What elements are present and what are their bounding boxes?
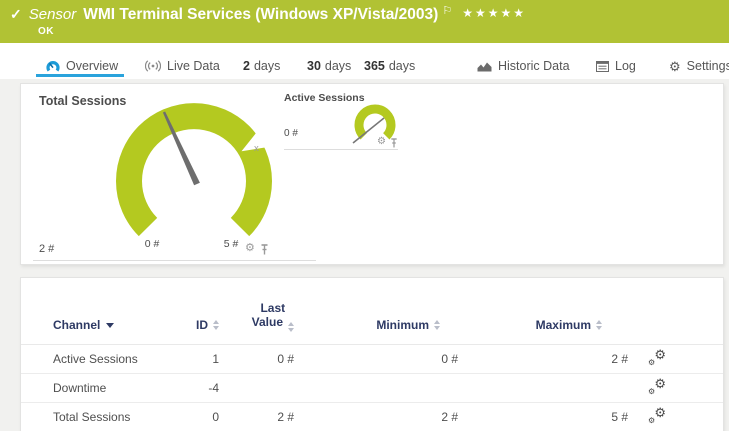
- gauge-divider: [284, 149, 398, 150]
- gauge-pin-icon[interactable]: [390, 138, 398, 148]
- cell-channel: Active Sessions: [53, 352, 187, 366]
- tab-365-days[interactable]: 365 days: [364, 57, 415, 75]
- tab-2-days[interactable]: 2 days: [243, 57, 280, 75]
- table-header-row: Channel ID Last Value Minimum Maximum: [21, 278, 723, 345]
- tab-settings[interactable]: ⚙ Settings: [669, 57, 729, 75]
- tab-overview-label: Overview: [66, 59, 118, 73]
- priority-stars[interactable]: ★★★★★: [462, 6, 526, 20]
- column-header-minimum[interactable]: Minimum: [294, 318, 458, 332]
- sensor-title: WMI Terminal Services (Windows XP/Vista/…: [83, 6, 438, 24]
- gear-icon: ⚙: [669, 60, 681, 73]
- tab-log-label: Log: [615, 59, 636, 73]
- tab-365-days-number: 365: [364, 59, 385, 73]
- cell-channel: Total Sessions: [53, 410, 187, 424]
- cell-channel: Downtime: [53, 381, 187, 395]
- tab-settings-label: Settings: [687, 59, 729, 73]
- sensor-overview-page: ✓ Sensor WMI Terminal Services (Windows …: [0, 0, 729, 431]
- cell-id: 1: [187, 352, 219, 366]
- tab-historic-data[interactable]: Historic Data: [477, 57, 570, 75]
- tab-2-days-label: days: [254, 59, 280, 73]
- cell-last-value: 0 #: [219, 352, 294, 366]
- tab-log[interactable]: Log: [596, 57, 636, 75]
- gauge-settings-gear-icon[interactable]: ⚙: [377, 137, 386, 147]
- status-check-icon: ✓: [10, 6, 22, 23]
- table-row-downtime[interactable]: Downtime -4 ⚙⚙: [21, 374, 723, 403]
- cell-id: -4: [187, 381, 219, 395]
- edit-channel-gears-icon[interactable]: ⚙⚙: [648, 408, 666, 424]
- tab-30-days-number: 30: [307, 59, 321, 73]
- active-sessions-current-value: 0 #: [284, 128, 298, 139]
- column-header-id[interactable]: ID: [187, 318, 219, 332]
- sensor-kind-label: Sensor: [29, 6, 77, 23]
- edit-channel-gears-icon[interactable]: ⚙⚙: [648, 350, 666, 366]
- gauges-panel: Total Sessions x 0 # 5 # 2 # ⚙ Active Se…: [20, 83, 724, 265]
- area-chart-icon: [477, 61, 492, 72]
- column-header-channel[interactable]: Channel: [53, 318, 187, 332]
- cell-last-value: 2 #: [219, 410, 294, 424]
- cell-maximum: 5 #: [458, 410, 628, 424]
- total-sessions-current-value: 2 #: [39, 243, 54, 255]
- tab-30-days[interactable]: 30 days: [307, 57, 351, 75]
- total-sessions-gauge: [106, 94, 316, 246]
- column-header-last-value[interactable]: Last Value: [219, 302, 294, 332]
- cell-maximum: 2 #: [458, 352, 628, 366]
- sort-icon: [434, 320, 440, 330]
- tab-30-days-label: days: [325, 59, 351, 73]
- gauge-pin-icon[interactable]: [260, 244, 269, 255]
- priority-flag-icon[interactable]: ⚐: [442, 4, 452, 17]
- edit-channel-gears-icon[interactable]: ⚙⚙: [648, 379, 666, 395]
- gauge-divider: [33, 260, 316, 261]
- tab-365-days-label: days: [389, 59, 415, 73]
- tab-bar: Overview Live Data 2 days 30 days: [0, 43, 729, 79]
- gauge-marker-x: x: [254, 143, 259, 154]
- table-row-active-sessions[interactable]: Active Sessions 1 0 # 0 # 2 # ⚙⚙: [21, 345, 723, 374]
- log-list-icon: [596, 61, 609, 72]
- cell-minimum: 2 #: [294, 410, 458, 424]
- channels-table-panel: Channel ID Last Value Minimum Maximum: [20, 277, 724, 431]
- tab-historic-data-label: Historic Data: [498, 59, 570, 73]
- column-header-maximum[interactable]: Maximum: [458, 318, 628, 332]
- tab-live-data-label: Live Data: [167, 59, 220, 73]
- cell-minimum: 0 #: [294, 352, 458, 366]
- gauge-settings-gear-icon[interactable]: ⚙: [245, 243, 255, 254]
- gauge-icon: [46, 60, 60, 73]
- live-data-icon: [145, 60, 161, 72]
- tab-overview[interactable]: Overview: [46, 57, 118, 75]
- sensor-header: ✓ Sensor WMI Terminal Services (Windows …: [0, 0, 729, 43]
- channel-filter-arrow-icon: [106, 323, 114, 328]
- cell-id: 0: [187, 410, 219, 424]
- table-row-total-sessions[interactable]: Total Sessions 0 2 # 2 # 5 # ⚙⚙: [21, 403, 723, 431]
- active-tab-underline: [36, 74, 124, 77]
- sensor-status-badge: OK: [38, 26, 54, 37]
- gauge-scale-min: 0 #: [132, 238, 172, 250]
- tab-live-data[interactable]: Live Data: [145, 57, 220, 75]
- tab-2-days-number: 2: [243, 59, 250, 73]
- sort-icon: [596, 320, 602, 330]
